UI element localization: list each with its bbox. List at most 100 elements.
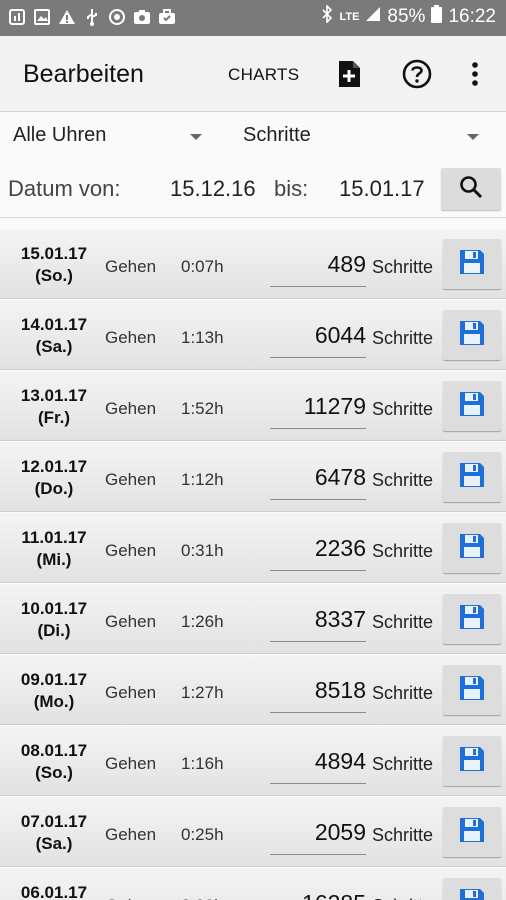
- list-item[interactable]: 09.01.17 (Mo.) Gehen 1:27h 8518 Schritte: [0, 655, 506, 725]
- entry-duration: 1:26h: [181, 612, 224, 631]
- save-button[interactable]: [443, 594, 501, 644]
- entry-date: 14.01.17 (Sa.): [0, 314, 108, 358]
- save-button[interactable]: [443, 239, 501, 289]
- steps-input[interactable]: 11279: [270, 393, 366, 429]
- save-button[interactable]: [443, 310, 501, 360]
- steps-input[interactable]: 16285: [270, 890, 366, 900]
- entry-activity: Gehen: [105, 328, 157, 347]
- metric-select[interactable]: Schritte: [243, 124, 311, 156]
- entry-weekday: (Mo.): [33, 692, 75, 711]
- list-item[interactable]: 08.01.17 (So.) Gehen 1:16h 4894 Schritte: [0, 726, 506, 796]
- steps-unit: Schritte: [372, 328, 434, 348]
- entry-activity: Gehen: [105, 612, 157, 631]
- add-document-icon[interactable]: [331, 56, 367, 92]
- network-type: LTE: [339, 11, 360, 23]
- save-disk-icon: [459, 462, 485, 493]
- save-button[interactable]: [443, 736, 501, 786]
- entry-duration: 1:27h: [181, 683, 224, 702]
- save-disk-icon: [459, 320, 485, 351]
- entry-date-value: 13.01.17: [20, 386, 88, 405]
- search-icon: [459, 175, 483, 204]
- notification-icon: [8, 8, 26, 26]
- entry-duration: 3:02h: [181, 896, 224, 900]
- list-item[interactable]: 10.01.17 (Di.) Gehen 1:26h 8337 Schritte: [0, 584, 506, 654]
- save-button[interactable]: [443, 878, 501, 900]
- steps-input[interactable]: 6044: [270, 322, 366, 358]
- status-bar: LTE 85% 16:22: [0, 0, 506, 36]
- entry-duration: 1:16h: [181, 754, 224, 773]
- entry-activity: Gehen: [105, 896, 156, 900]
- date-from-field[interactable]: 15.12.16: [170, 176, 256, 202]
- chevron-down-icon[interactable]: [467, 134, 479, 140]
- battery-level: 85%: [387, 6, 426, 27]
- save-button[interactable]: [443, 452, 501, 502]
- save-disk-icon: [459, 391, 485, 422]
- entry-activity: Gehen: [105, 754, 157, 773]
- entry-activity: Gehen: [105, 257, 157, 276]
- save-disk-icon: [459, 817, 485, 848]
- entry-weekday: (Di.): [37, 621, 71, 640]
- help-icon[interactable]: [399, 56, 435, 92]
- list-item[interactable]: 12.01.17 (Do.) Gehen 1:12h 6478 Schritte: [0, 442, 506, 512]
- list-item[interactable]: 07.01.17 (Sa.) Gehen 0:25h 2059 Schritte: [0, 797, 506, 867]
- entry-date: 11.01.17 (Mi.): [0, 527, 108, 571]
- steps-input[interactable]: 4894: [270, 748, 366, 784]
- entry-date-value: 12.01.17: [20, 457, 88, 476]
- search-button[interactable]: [441, 168, 501, 210]
- usb-icon: [83, 8, 101, 26]
- steps-input[interactable]: 8337: [270, 606, 366, 642]
- steps-input[interactable]: 2236: [270, 535, 366, 571]
- entry-activity: Gehen: [105, 470, 157, 489]
- charts-button[interactable]: CHARTS: [228, 65, 299, 85]
- save-disk-icon: [459, 888, 485, 900]
- steps-input[interactable]: 6478: [270, 464, 366, 500]
- sync-icon: [108, 8, 126, 26]
- entry-weekday: (Sa.): [35, 834, 73, 853]
- save-disk-icon: [459, 249, 485, 280]
- watch-select[interactable]: Alle Uhren: [13, 124, 106, 156]
- save-button[interactable]: [443, 381, 501, 431]
- steps-unit: Schritte: [372, 825, 434, 845]
- system-indicators: LTE 85% 16:22: [321, 4, 496, 29]
- entry-activity: Gehen: [105, 825, 157, 844]
- steps-input[interactable]: 489: [270, 251, 366, 287]
- steps-unit: Schritte: [372, 541, 434, 561]
- entry-date: 07.01.17 (Sa.): [0, 811, 108, 855]
- entry-weekday: (Do.): [34, 479, 74, 498]
- steps-unit: Schritte: [372, 399, 434, 419]
- more-vert-icon[interactable]: [457, 56, 493, 92]
- entry-duration: 0:25h: [181, 825, 224, 844]
- list-item[interactable]: 11.01.17 (Mi.) Gehen 0:31h 2236 Schritte: [0, 513, 506, 583]
- entry-date-value: 07.01.17: [20, 812, 88, 831]
- save-button[interactable]: [443, 523, 501, 573]
- app-bar: Bearbeiten CHARTS: [0, 36, 506, 112]
- steps-unit: Schritte: [372, 683, 434, 703]
- image-icon: [33, 8, 51, 26]
- entry-date-value: 06.01.17: [20, 883, 88, 900]
- date-to-field[interactable]: 15.01.17: [339, 176, 425, 202]
- save-button[interactable]: [443, 665, 501, 715]
- list-item[interactable]: 06.01.17(Fr.)Gehen 3:02h 16285 Schritte: [0, 868, 506, 900]
- list-item[interactable]: 15.01.17 (So.) Gehen 0:07h 489 Schritte: [0, 229, 506, 299]
- steps-input[interactable]: 2059: [270, 819, 366, 855]
- filter-panel: Alle Uhren Schritte Datum von: 15.12.16 …: [0, 112, 506, 218]
- battery-icon: [431, 5, 443, 29]
- steps-unit: Schritte: [372, 612, 434, 632]
- entry-date-value: 14.01.17: [20, 315, 88, 334]
- steps-unit: Schritte: [372, 754, 434, 774]
- chevron-down-icon[interactable]: [190, 134, 202, 140]
- save-disk-icon: [459, 533, 485, 564]
- steps-unit: Schritte: [372, 470, 434, 490]
- list-item[interactable]: 14.01.17 (Sa.) Gehen 1:13h 6044 Schritte: [0, 300, 506, 370]
- entry-date-value: 15.01.17: [20, 244, 88, 263]
- list-item[interactable]: 13.01.17 (Fr.) Gehen 1:52h 11279 Schritte: [0, 371, 506, 441]
- entry-weekday: (So.): [35, 266, 73, 285]
- bluetooth-icon: [321, 4, 333, 29]
- clock: 16:22: [448, 6, 496, 27]
- save-button[interactable]: [443, 807, 501, 857]
- save-disk-icon: [459, 746, 485, 777]
- save-disk-icon: [459, 604, 485, 635]
- steps-input[interactable]: 8518: [270, 677, 366, 713]
- steps-unit: Schritte: [372, 896, 433, 900]
- page-title: Bearbeiten: [23, 60, 144, 88]
